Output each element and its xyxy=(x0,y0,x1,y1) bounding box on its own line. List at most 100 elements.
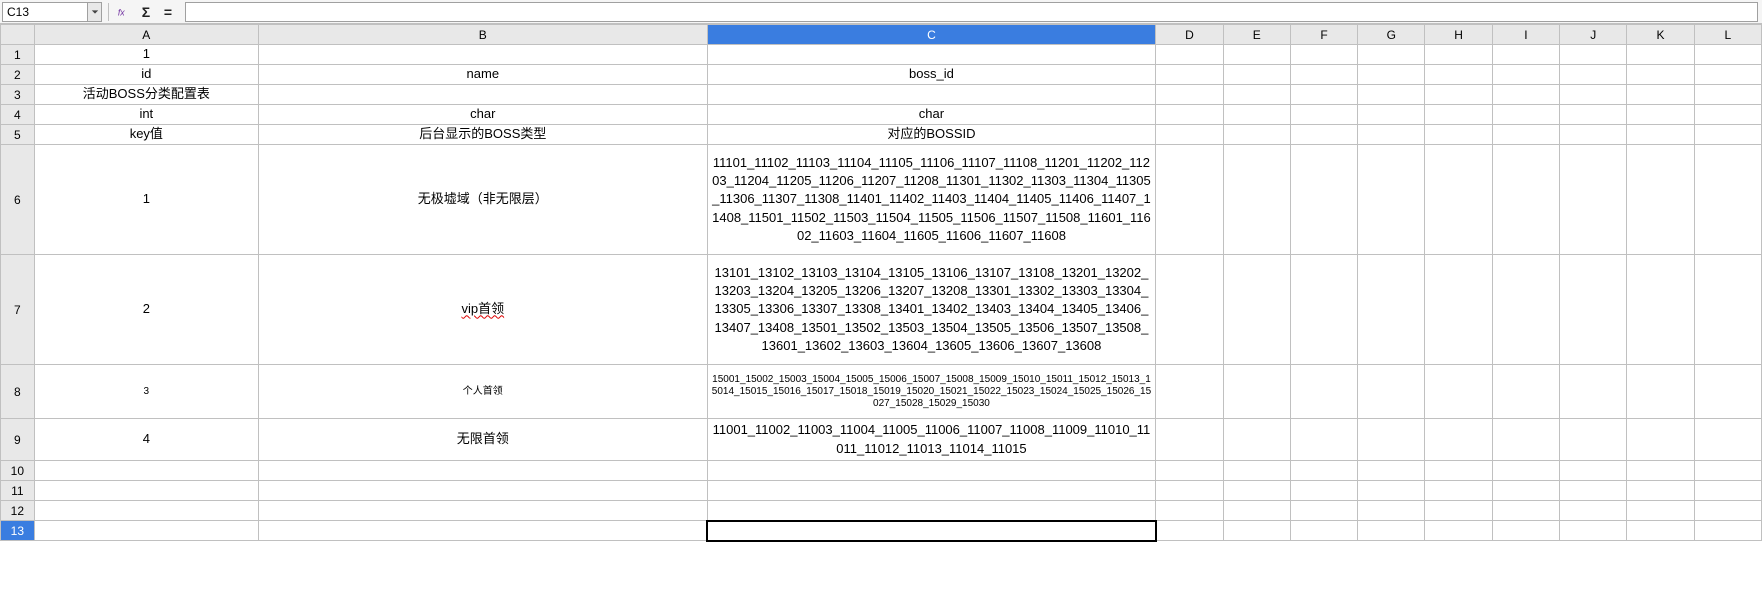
cell-A6[interactable]: 1 xyxy=(34,145,258,255)
cell-C9[interactable]: 11001_11002_11003_11004_11005_11006_1100… xyxy=(707,419,1156,461)
column-header-B[interactable]: B xyxy=(258,25,707,45)
cell-A4[interactable]: int xyxy=(34,105,258,125)
cell-H1[interactable] xyxy=(1425,45,1492,65)
cell-F3[interactable] xyxy=(1290,85,1357,105)
cell-K7[interactable] xyxy=(1627,255,1694,365)
cell-H11[interactable] xyxy=(1425,481,1492,501)
cell-K3[interactable] xyxy=(1627,85,1694,105)
cell-F4[interactable] xyxy=(1290,105,1357,125)
cell-J3[interactable] xyxy=(1560,85,1627,105)
cell-D8[interactable] xyxy=(1156,365,1223,419)
cell-J7[interactable] xyxy=(1560,255,1627,365)
formula-input[interactable] xyxy=(185,2,1758,22)
row-header[interactable]: 7 xyxy=(1,255,35,365)
cell-D2[interactable] xyxy=(1156,65,1223,85)
cell-A12[interactable] xyxy=(34,501,258,521)
cell-E5[interactable] xyxy=(1223,125,1290,145)
cell-B2[interactable]: name xyxy=(258,65,707,85)
cell-I9[interactable] xyxy=(1492,419,1559,461)
cell-H6[interactable] xyxy=(1425,145,1492,255)
cell-I10[interactable] xyxy=(1492,461,1559,481)
cell-H3[interactable] xyxy=(1425,85,1492,105)
cell-H12[interactable] xyxy=(1425,501,1492,521)
cell-C13[interactable] xyxy=(707,521,1156,541)
cell-G10[interactable] xyxy=(1358,461,1425,481)
cell-G3[interactable] xyxy=(1358,85,1425,105)
cell-I3[interactable] xyxy=(1492,85,1559,105)
cell-E4[interactable] xyxy=(1223,105,1290,125)
cell-F6[interactable] xyxy=(1290,145,1357,255)
cell-A11[interactable] xyxy=(34,481,258,501)
cell-L1[interactable] xyxy=(1694,45,1761,65)
cell-B1[interactable] xyxy=(258,45,707,65)
cell-B5[interactable]: 后台显示的BOSS类型 xyxy=(258,125,707,145)
cell-C3[interactable] xyxy=(707,85,1156,105)
cell-E1[interactable] xyxy=(1223,45,1290,65)
cell-D4[interactable] xyxy=(1156,105,1223,125)
cell-F13[interactable] xyxy=(1290,521,1357,541)
cell-B10[interactable] xyxy=(258,461,707,481)
cell-G2[interactable] xyxy=(1358,65,1425,85)
cell-C8[interactable]: 15001_15002_15003_15004_15005_15006_1500… xyxy=(707,365,1156,419)
cell-K1[interactable] xyxy=(1627,45,1694,65)
cell-L9[interactable] xyxy=(1694,419,1761,461)
cell-F2[interactable] xyxy=(1290,65,1357,85)
cell-G11[interactable] xyxy=(1358,481,1425,501)
cell-L3[interactable] xyxy=(1694,85,1761,105)
cell-J8[interactable] xyxy=(1560,365,1627,419)
cell-E6[interactable] xyxy=(1223,145,1290,255)
cell-F1[interactable] xyxy=(1290,45,1357,65)
cell-I7[interactable] xyxy=(1492,255,1559,365)
cell-B11[interactable] xyxy=(258,481,707,501)
sum-icon[interactable]: Σ xyxy=(137,3,155,21)
cell-C2[interactable]: boss_id xyxy=(707,65,1156,85)
cell-C6[interactable]: 11101_11102_11103_11104_11105_11106_1110… xyxy=(707,145,1156,255)
cell-G5[interactable] xyxy=(1358,125,1425,145)
cell-C1[interactable] xyxy=(707,45,1156,65)
cell-H10[interactable] xyxy=(1425,461,1492,481)
row-header[interactable]: 9 xyxy=(1,419,35,461)
cell-J6[interactable] xyxy=(1560,145,1627,255)
cell-I4[interactable] xyxy=(1492,105,1559,125)
cell-K8[interactable] xyxy=(1627,365,1694,419)
cell-D7[interactable] xyxy=(1156,255,1223,365)
cell-L5[interactable] xyxy=(1694,125,1761,145)
column-header-E[interactable]: E xyxy=(1223,25,1290,45)
equals-icon[interactable]: = xyxy=(159,3,177,21)
cell-L11[interactable] xyxy=(1694,481,1761,501)
cell-F11[interactable] xyxy=(1290,481,1357,501)
cell-A10[interactable] xyxy=(34,461,258,481)
cell-A13[interactable] xyxy=(34,521,258,541)
cell-A2[interactable]: id xyxy=(34,65,258,85)
cell-B12[interactable] xyxy=(258,501,707,521)
cell-L8[interactable] xyxy=(1694,365,1761,419)
cell-D13[interactable] xyxy=(1156,521,1223,541)
cell-C4[interactable]: char xyxy=(707,105,1156,125)
cell-D10[interactable] xyxy=(1156,461,1223,481)
cell-L7[interactable] xyxy=(1694,255,1761,365)
cell-K10[interactable] xyxy=(1627,461,1694,481)
cell-G6[interactable] xyxy=(1358,145,1425,255)
name-box-dropdown-icon[interactable] xyxy=(87,3,101,21)
cell-L10[interactable] xyxy=(1694,461,1761,481)
cell-A7[interactable]: 2 xyxy=(34,255,258,365)
cell-K12[interactable] xyxy=(1627,501,1694,521)
cell-C12[interactable] xyxy=(707,501,1156,521)
cell-D9[interactable] xyxy=(1156,419,1223,461)
cell-K13[interactable] xyxy=(1627,521,1694,541)
cell-L4[interactable] xyxy=(1694,105,1761,125)
cell-I8[interactable] xyxy=(1492,365,1559,419)
cell-B8[interactable]: 个人首领 xyxy=(258,365,707,419)
cell-A3[interactable]: 活动BOSS分类配置表 xyxy=(34,85,258,105)
column-header-G[interactable]: G xyxy=(1358,25,1425,45)
cell-C10[interactable] xyxy=(707,461,1156,481)
cell-I2[interactable] xyxy=(1492,65,1559,85)
row-header[interactable]: 8 xyxy=(1,365,35,419)
cell-J1[interactable] xyxy=(1560,45,1627,65)
column-header-K[interactable]: K xyxy=(1627,25,1694,45)
cell-J5[interactable] xyxy=(1560,125,1627,145)
column-header-F[interactable]: F xyxy=(1290,25,1357,45)
cell-F5[interactable] xyxy=(1290,125,1357,145)
cell-K11[interactable] xyxy=(1627,481,1694,501)
cell-K6[interactable] xyxy=(1627,145,1694,255)
